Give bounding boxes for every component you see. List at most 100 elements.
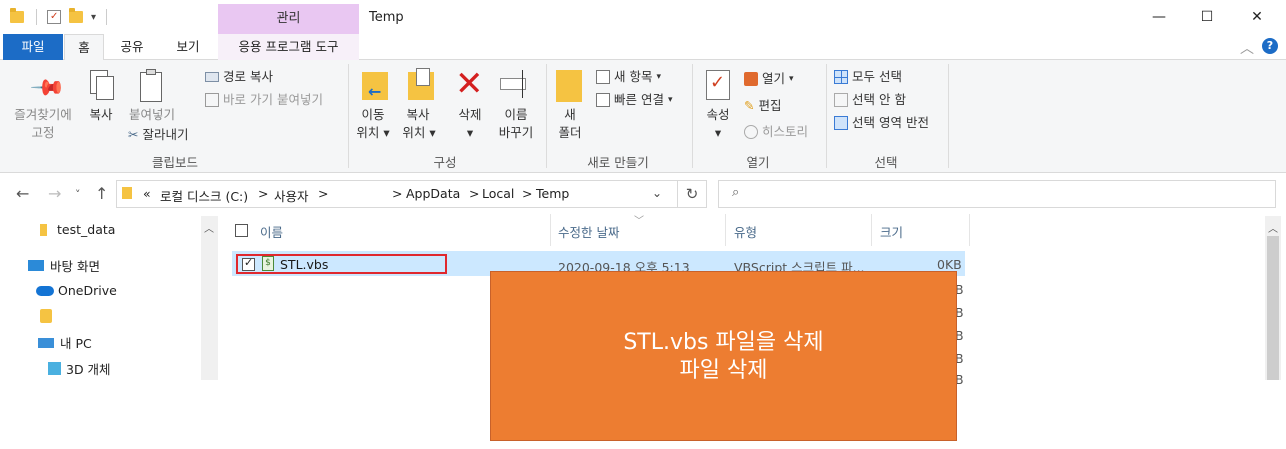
new-group-label: 새로 만들기 [587,155,649,170]
select-group-label: 선택 [874,155,898,170]
open-group-label: 열기 [746,155,770,170]
invert-selection-button[interactable]: 선택 영역 반전 [834,112,929,134]
group-divider [546,64,547,168]
copy-to-button[interactable]: 위치 ▾ [396,124,442,141]
properties-icon[interactable]: ✓ [47,10,61,24]
move-to-button[interactable]: 위치 ▾ [350,124,396,141]
collapse-ribbon-icon[interactable]: ︿ [1240,38,1254,58]
minimize-button[interactable]: — [1136,0,1182,34]
column-divider[interactable] [725,214,726,246]
close-button[interactable]: ✕ [1234,0,1280,34]
history-button[interactable]: 히스토리 [744,121,808,143]
column-header-date[interactable]: 수정한 날짜 [558,222,619,241]
new-folder-button[interactable]: 폴더 [552,124,588,141]
nav-item-onedrive[interactable]: OneDrive [36,283,117,298]
scissors-icon: ✂ [128,127,139,142]
select-none-button[interactable]: 선택 안 함 [834,89,906,111]
breadcrumb-separator[interactable]: > [318,186,328,201]
scroll-up-icon[interactable]: ︿ [1268,220,1278,235]
desktop-icon [28,260,44,271]
recent-locations-icon[interactable]: ˅ [75,188,81,201]
pin-label-line1: 즐겨찾기에 [14,107,72,122]
breadcrumb-local-disk[interactable]: 로컬 디스크 (C:) [160,186,248,205]
group-divider [348,64,349,168]
move-to-icon: ← [358,68,390,104]
column-header-type[interactable]: 유형 [734,222,757,241]
nav-item-3d-objects[interactable]: 3D 개체 [48,359,111,378]
cut-button[interactable]: ✂ 잘라내기 [128,124,189,146]
properties-icon: ✓ [706,70,730,100]
tab-share[interactable]: 공유 [112,34,152,60]
copy-path-button[interactable]: 경로 복사 [205,66,273,88]
breadcrumb-separator[interactable]: > [258,186,268,201]
nav-item-test-data[interactable]: test_data [40,222,115,237]
paste-shortcut-button[interactable]: 바로 가기 붙여넣기 [205,89,323,111]
quick-access-toolbar: ✓ ▾ [10,8,108,26]
copy-label: 복사 [89,107,113,122]
properties-dropdown-icon[interactable]: ▾ [700,124,736,141]
callout-line-2: 파일 삭제 [679,358,768,383]
back-button[interactable]: ← [16,184,29,203]
user-folder-icon[interactable] [40,309,52,323]
up-button[interactable]: ↑ [95,184,108,203]
column-divider[interactable] [550,214,551,246]
column-header-size[interactable]: 크기 [880,222,903,241]
column-divider[interactable] [871,214,872,246]
breadcrumb-users[interactable]: 사용자 [274,186,309,205]
window-title: Temp [369,10,404,25]
nav-scrollbar[interactable] [201,216,218,380]
copy-to-icon [404,68,436,104]
scrollbar-thumb[interactable] [1267,236,1279,380]
tab-view[interactable]: 보기 [166,34,210,60]
new-item-label: 새 항목 [614,69,653,84]
scroll-up-icon[interactable]: ︿ [204,220,214,235]
delete-dropdown-icon[interactable]: ▾ [450,124,490,141]
paste-shortcut-icon [205,93,219,107]
breadcrumb-local[interactable]: Local [482,186,514,201]
folder-icon [122,187,132,199]
title-bar [0,0,1286,34]
copy-icon-back [96,76,114,100]
forward-button[interactable]: → [48,184,61,203]
refresh-button[interactable]: ↻ [677,180,707,208]
tab-application-tools[interactable]: 응용 프로그램 도구 [218,34,359,60]
select-all-checkbox[interactable] [235,224,248,237]
new-folder-label-1: 새 [564,107,576,122]
customize-toolbar-icon[interactable]: ▾ [91,12,96,23]
help-icon[interactable]: ? [1262,38,1278,54]
select-all-button[interactable]: 모두 선택 [834,66,902,88]
breadcrumb-separator[interactable]: > [392,186,402,201]
new-item-button[interactable]: 새 항목 ▾ [596,66,661,88]
column-divider[interactable] [969,214,970,246]
nav-item-desktop[interactable]: 바탕 화면 [28,256,100,275]
rename-button[interactable]: 바꾸기 [492,124,540,141]
delete-button[interactable]: 삭제 [450,106,490,123]
easy-access-button[interactable]: 빠른 연결 ▾ [596,89,673,111]
nav-item-this-pc[interactable]: 내 PC [38,333,92,352]
breadcrumb-separator[interactable]: > [522,186,532,201]
select-all-icon [834,70,848,84]
edit-label: 편집 [758,98,782,113]
tab-home[interactable]: 홈 [64,34,104,61]
maximize-button[interactable]: ☐ [1184,0,1230,34]
context-tab-manage[interactable]: 관리 [218,4,359,34]
breadcrumb-appdata[interactable]: AppData [406,186,460,201]
address-dropdown-icon[interactable]: ⌄ [652,186,662,200]
open-button[interactable]: 열기 ▾ [744,68,794,90]
search-input[interactable] [718,180,1276,208]
tab-file[interactable]: 파일 [3,34,63,60]
breadcrumb-temp[interactable]: Temp [536,186,569,201]
edit-icon: ✎ [744,98,755,113]
paste-button[interactable] [132,68,172,108]
copy-path-icon [205,72,219,82]
open-label: 열기 [762,71,786,86]
overflow-icon[interactable]: « [143,186,151,201]
edit-button[interactable]: ✎ 편집 [744,95,782,117]
breadcrumb-separator[interactable]: > [469,186,479,201]
column-header-name[interactable]: 이름 [260,222,283,241]
properties-button[interactable]: 속성 [700,106,736,123]
history-label: 히스토리 [762,124,809,139]
pc-icon [38,337,54,348]
new-folder-icon[interactable] [69,8,83,23]
divider [106,9,108,25]
